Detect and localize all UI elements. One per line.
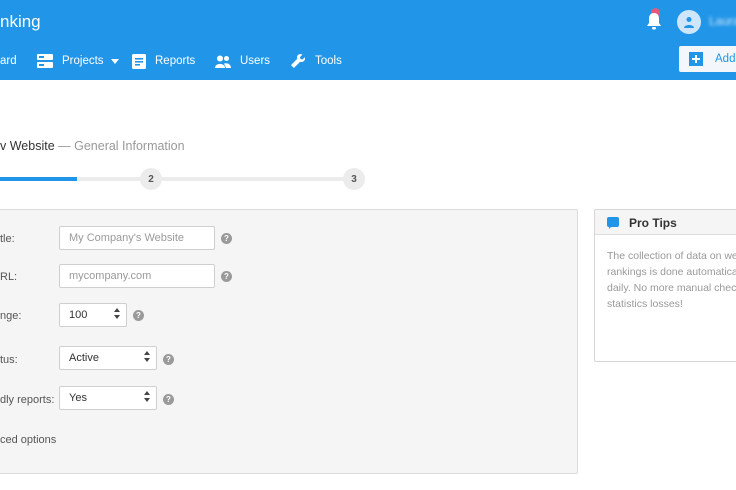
wizard-step-3[interactable]: 3 — [343, 168, 365, 190]
status-select[interactable]: Active — [59, 346, 157, 370]
status-value: Active — [69, 352, 99, 364]
projects-icon — [37, 54, 53, 68]
range-label: nge: — [0, 310, 22, 322]
range-value: 100 — [69, 309, 88, 321]
advanced-options-link[interactable]: ced options — [0, 434, 56, 446]
status-label: tus: — [0, 354, 18, 366]
wrench-icon — [291, 54, 305, 68]
wizard-subtitle: — General Information — [58, 139, 185, 153]
nav-reports[interactable]: Reports — [132, 46, 195, 76]
pro-tips-line: rankings is done automatica — [607, 266, 736, 278]
title-label: tle: — [0, 233, 15, 245]
reports-select[interactable]: Yes — [59, 386, 157, 410]
reports-value: Yes — [69, 392, 87, 404]
username[interactable]: Laura — [709, 14, 736, 28]
nav-dashboard[interactable]: ard — [0, 46, 17, 76]
add-button[interactable]: Add — [679, 46, 736, 72]
main-nav: ard Projects Reports Users Tools — [0, 46, 736, 76]
pro-tips-title: Pro Tips — [629, 216, 677, 230]
users-icon — [215, 55, 231, 68]
title-input[interactable]: My Company's Website — [59, 226, 215, 250]
help-icon[interactable]: ? — [163, 354, 174, 365]
help-icon[interactable]: ? — [221, 271, 232, 282]
pro-tips-line: statistics losses! — [607, 298, 683, 310]
chevron-down-icon — [110, 58, 119, 64]
wizard-title: v Website — [0, 139, 55, 153]
chat-icon — [607, 217, 619, 229]
title-input-placeholder: My Company's Website — [69, 232, 184, 244]
nav-users-label: Users — [240, 55, 271, 67]
nav-tools-label: Tools — [315, 55, 342, 67]
reports-label: dly reports: — [0, 394, 55, 406]
url-input[interactable]: mycompany.com — [59, 264, 215, 288]
select-arrows-icon — [144, 351, 150, 362]
pro-tips-line: The collection of data on we — [607, 250, 736, 262]
pro-tips-body: The collection of data on we rankings is… — [607, 248, 736, 312]
wizard-step-2[interactable]: 2 — [140, 168, 162, 190]
bell-icon[interactable] — [645, 11, 663, 31]
wizard-progress-fill — [0, 177, 77, 181]
nav-dashboard-label: ard — [0, 55, 17, 67]
user-icon — [684, 17, 694, 28]
nav-users[interactable]: Users — [215, 46, 270, 76]
select-arrows-icon — [144, 391, 150, 402]
plus-icon — [689, 52, 703, 66]
help-icon[interactable]: ? — [163, 394, 174, 405]
stepper-arrows-icon[interactable] — [114, 308, 120, 319]
range-stepper[interactable]: 100 — [59, 303, 127, 327]
nav-projects-label: Projects — [62, 55, 104, 67]
avatar[interactable] — [677, 10, 701, 34]
nav-tools[interactable]: Tools — [290, 46, 342, 76]
url-input-placeholder: mycompany.com — [69, 270, 152, 282]
reports-icon — [132, 53, 146, 69]
page-title: v Website — General Information — [0, 139, 185, 153]
help-icon[interactable]: ? — [133, 310, 144, 321]
top-bar: nking Laura ard Projects — [0, 0, 736, 80]
app-brand[interactable]: nking — [0, 12, 41, 32]
nav-reports-label: Reports — [155, 55, 196, 67]
pro-tips-line: daily. No more manual chec — [607, 282, 736, 294]
pro-tips-header: Pro Tips — [595, 210, 736, 235]
nav-projects[interactable]: Projects — [37, 46, 119, 76]
help-icon[interactable]: ? — [221, 233, 232, 244]
pro-tips-panel: Pro Tips The collection of data on we ra… — [594, 209, 736, 362]
url-label: RL: — [0, 271, 18, 283]
add-button-label: Add — [715, 53, 736, 65]
